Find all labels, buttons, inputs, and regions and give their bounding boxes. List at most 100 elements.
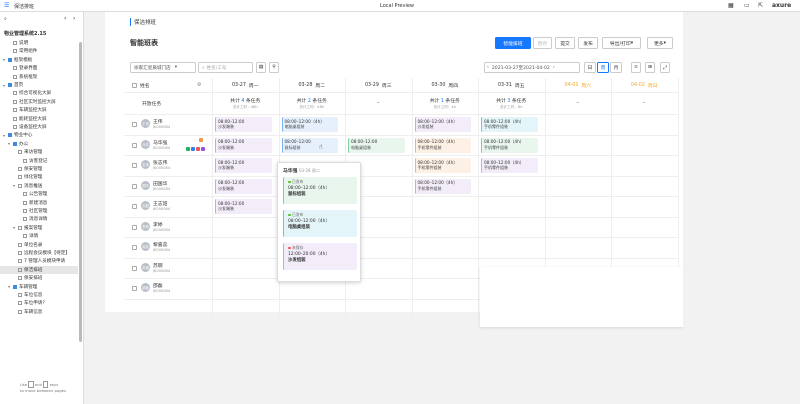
- shift-card[interactable]: 08:00–12:00 沙发端装: [215, 199, 272, 214]
- shift-card[interactable]: 08:00–12:00（4h） 沙发组装: [414, 117, 471, 132]
- sidebar-item[interactable]: 车辆信息: [0, 308, 78, 316]
- sidebar-item[interactable]: 7 管理人员模块申请: [0, 257, 78, 265]
- shift-card[interactable]: 08:00–12:00 沙发端装: [215, 158, 272, 173]
- row-checkbox[interactable]: [132, 142, 137, 148]
- smart-schedule-button[interactable]: 智能排班: [495, 37, 531, 49]
- sidebar-item[interactable]: ▾ 消息推送: [0, 182, 78, 190]
- sidebar-item[interactable]: 能耗监控大屏: [0, 115, 78, 123]
- submit-button[interactable]: 提交: [555, 37, 575, 49]
- shift-card[interactable]: 08:00–12:00（4h） 手机零件组装: [481, 117, 538, 132]
- shift-card[interactable]: 08:00–12:00 沙发端装: [215, 117, 272, 132]
- sidebar-item[interactable]: 来访管理: [0, 148, 78, 156]
- sidebar-item[interactable]: ▾ 首页: [0, 81, 78, 89]
- sidebar-item[interactable]: 系统框架: [0, 73, 78, 81]
- sidebar-item[interactable]: 远程会议模块【待定】: [0, 249, 78, 257]
- view-day-button[interactable]: 日: [584, 62, 596, 73]
- sidebar-scrollbar[interactable]: [79, 42, 82, 342]
- store-select[interactable]: 徐家汇星辰城门店 ▾: [130, 62, 196, 73]
- shift-card[interactable]: 08:00–12:00 沙发端装: [215, 178, 272, 194]
- shift-card[interactable]: 08:00–12:00（4h） 电脑桌组装: [281, 117, 338, 132]
- row-checkbox[interactable]: [132, 204, 137, 209]
- search-icon[interactable]: ⌕: [4, 16, 7, 22]
- row-checkbox[interactable]: [132, 224, 137, 230]
- sidebar-item[interactable]: 社区管理: [0, 207, 78, 215]
- row-checkbox[interactable]: [132, 286, 137, 291]
- sidebar-item[interactable]: 访客登记: [0, 157, 78, 165]
- select-all-checkbox[interactable]: [132, 82, 137, 88]
- staff-name: 王伟: [153, 120, 163, 125]
- sidebar-item[interactable]: 社区实时监控大屏: [0, 98, 78, 106]
- save-draft-button[interactable]: 暂存: [533, 37, 552, 49]
- shift-card[interactable]: 08:00–12:00（4h） 手机零件组装: [414, 178, 471, 194]
- row-checkbox[interactable]: [132, 183, 137, 189]
- sidebar-item[interactable]: 新建消息: [0, 199, 78, 207]
- share-icon[interactable]: ⇱: [758, 2, 763, 9]
- sidebar-item[interactable]: 单位名录: [0, 241, 78, 249]
- day-column-header: 03-30 周四: [412, 78, 479, 92]
- name-column-header: 姓名: [124, 78, 194, 92]
- sidebar-item[interactable]: 车辆监控大屏: [0, 106, 78, 114]
- sidebar-item[interactable]: 综合可视化大屏: [0, 89, 78, 97]
- more-button[interactable]: 更多 ▾: [647, 37, 673, 49]
- calendar-icon[interactable]: ▤: [256, 62, 266, 73]
- sidebar-item[interactable]: ▾ 物业中心: [0, 131, 78, 139]
- sidebar-item[interactable]: 保安排班: [0, 274, 78, 282]
- sidebar-item[interactable]: 登录界面: [0, 64, 78, 72]
- publish-button[interactable]: 发布: [578, 37, 598, 49]
- date-range-picker[interactable]: ‹ 2021-03-27至2021-04-02 ›: [484, 62, 580, 73]
- shift-card[interactable]: 08:00–12:00（4h） 手机零件组装: [481, 137, 538, 153]
- sidebar-item[interactable]: ▾ 车辆管理: [0, 283, 78, 291]
- sidebar-item[interactable]: ▾ 办公: [0, 140, 78, 148]
- sidebar-item[interactable]: 车位信息: [0, 291, 78, 299]
- sidebar-item[interactable]: 说明: [0, 39, 78, 47]
- popup-shift-card[interactable]: 已发布 08:00–12:00（4h） 鼠标组装: [283, 177, 357, 204]
- shift-card[interactable]: 08:00–12:00（4h） 手机零件组装: [414, 158, 471, 173]
- settings-icon[interactable]: ⚙: [197, 82, 201, 88]
- shift-card[interactable]: 08:00–12:00（4h） 手机零件组装: [481, 158, 538, 173]
- shift-card[interactable]: 08:00–12:00 鼠标组装: [281, 137, 338, 153]
- staff-id: JK000084: [153, 186, 171, 191]
- shift-task: 手机零件组装: [417, 144, 442, 150]
- comment-icon[interactable]: ▭: [744, 2, 750, 9]
- popup-shift-card[interactable]: 未保存 12:00–20:00（4h） 沙发组装: [283, 243, 357, 270]
- sidebar-item[interactable]: 详情: [0, 232, 78, 240]
- shift-card[interactable]: 08:00–12:00 电脑桌组装: [348, 137, 405, 153]
- filter-icon[interactable]: ⚲: [269, 62, 279, 73]
- grid-icon[interactable]: ▦: [728, 2, 734, 9]
- next-page-icon[interactable]: ›: [73, 15, 75, 22]
- sidebar-item[interactable]: 保洁排班: [0, 265, 78, 274]
- next-week-icon[interactable]: ›: [553, 65, 555, 70]
- sidebar-item[interactable]: 保安管理: [0, 165, 78, 173]
- row-checkbox[interactable]: [132, 265, 137, 271]
- popup-shift-card[interactable]: 已发布 08:00–12:00（4h） 电脑桌组装: [283, 210, 357, 237]
- prev-week-icon[interactable]: ‹: [487, 65, 489, 70]
- sidebar-item[interactable]: ▾ 报案管理: [0, 224, 78, 232]
- page-icon: [23, 234, 27, 239]
- row-checkbox[interactable]: [132, 245, 137, 250]
- shift-card[interactable]: 08:00–12:00 沙发端装: [215, 137, 272, 153]
- staff-id: JK000084: [153, 268, 171, 273]
- sidebar-item[interactable]: 绿化管理: [0, 173, 78, 181]
- export-print-button[interactable]: 导出/打印 ▾: [602, 37, 641, 49]
- shift-card[interactable]: 08:00–12:00（4h） 手机零件组装: [414, 137, 471, 153]
- prev-page-icon[interactable]: ‹: [64, 15, 66, 22]
- list-view-icon[interactable]: ≡: [631, 62, 641, 73]
- row-checkbox[interactable]: [132, 163, 137, 168]
- sidebar-item[interactable]: ▾ 框架模板: [0, 56, 78, 64]
- view-week-button[interactable]: 周: [597, 62, 609, 73]
- shift-task: 手机零件组装: [417, 165, 442, 170]
- sidebar-item-label: 系统框架: [19, 74, 38, 80]
- row-checkbox[interactable]: [132, 122, 137, 127]
- day-total-hours: 总计工时：4h: [433, 104, 457, 109]
- view-month-button[interactable]: 月: [610, 62, 622, 73]
- sidebar-item[interactable]: 车位申请?: [0, 299, 78, 307]
- sidebar-item[interactable]: 常用组件: [0, 47, 78, 55]
- grid-view-icon[interactable]: ⊞: [645, 62, 655, 73]
- sidebar-item[interactable]: 消息详情: [0, 215, 78, 223]
- menu-icon[interactable]: ☰: [4, 2, 9, 9]
- search-input[interactable]: ⌕ 姓名/工号: [198, 62, 253, 73]
- day-weekday: 周六: [581, 83, 592, 89]
- fullscreen-icon[interactable]: ⤢: [660, 62, 670, 73]
- sidebar-item[interactable]: 设备监控大屏: [0, 123, 78, 131]
- sidebar-item[interactable]: 公告管理: [0, 190, 78, 198]
